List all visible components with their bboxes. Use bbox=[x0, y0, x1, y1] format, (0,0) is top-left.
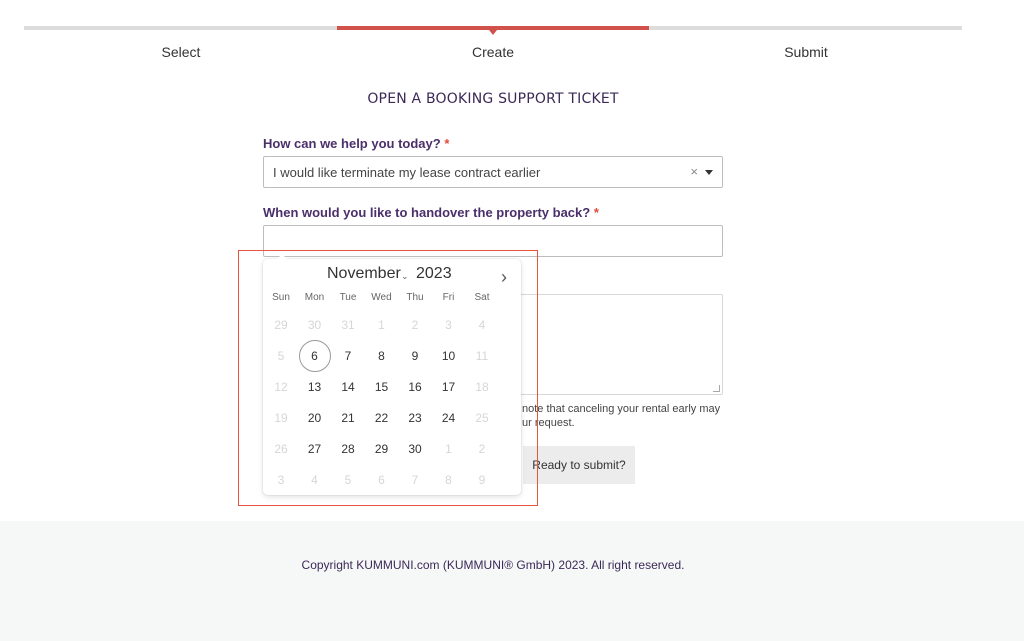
submit-button[interactable]: Ready to submit? bbox=[523, 446, 635, 484]
next-month-icon[interactable]: › bbox=[501, 267, 507, 288]
weekday-header: Sun Mon Tue Wed Thu Fri Sat bbox=[263, 292, 521, 306]
calendar-day[interactable]: 5 bbox=[332, 464, 364, 496]
calendar-day[interactable]: 12 bbox=[265, 371, 297, 403]
calendar-day[interactable]: 2 bbox=[466, 433, 498, 465]
calendar-day[interactable]: 23 bbox=[399, 402, 431, 434]
calendar-day[interactable]: 30 bbox=[399, 433, 431, 465]
resize-handle-icon[interactable] bbox=[713, 385, 720, 392]
handover-field-label: When would you like to handover the prop… bbox=[263, 205, 599, 220]
calendar-day[interactable]: 28 bbox=[332, 433, 364, 465]
handover-label-text: When would you like to handover the prop… bbox=[263, 205, 591, 220]
month-select[interactable]: November bbox=[327, 265, 401, 283]
weekday-label: Thu bbox=[406, 292, 424, 303]
step-select[interactable]: Select bbox=[81, 44, 281, 60]
clear-icon[interactable]: × bbox=[690, 164, 698, 179]
calendar-day[interactable]: 6 bbox=[366, 464, 398, 496]
copyright-text: Copyright KUMMUNI.com (KUMMUNI® GmbH) 20… bbox=[301, 558, 685, 572]
step-create[interactable]: Create bbox=[393, 44, 593, 60]
calendar-day[interactable]: 10 bbox=[433, 340, 465, 372]
progress-pointer-icon bbox=[489, 30, 497, 35]
calendar-day-today[interactable]: 6 bbox=[298, 340, 331, 372]
chevron-down-icon[interactable]: ⌄ bbox=[401, 271, 409, 282]
calendar-day[interactable]: 20 bbox=[299, 402, 331, 434]
page: Select Create Submit OPEN A BOOKING SUPP… bbox=[0, 0, 1024, 641]
date-picker: November ⌄ 2023 › Sun Mon Tue Wed Thu Fri Sat … bbox=[263, 254, 521, 496]
weekday-label: Wed bbox=[371, 292, 392, 303]
calendar-day[interactable]: 9 bbox=[399, 340, 431, 372]
calendar-day[interactable]: 8 bbox=[433, 464, 465, 496]
calendar-day[interactable]: 3 bbox=[433, 309, 465, 341]
required-marker: * bbox=[593, 205, 599, 220]
calendar-day[interactable]: 7 bbox=[399, 464, 431, 496]
calendar-day[interactable]: 25 bbox=[466, 402, 498, 434]
chevron-down-icon[interactable] bbox=[705, 170, 713, 175]
step-submit[interactable]: Submit bbox=[706, 44, 906, 60]
help-select[interactable]: I would like terminate my lease contract… bbox=[263, 156, 723, 188]
weekday-label: Sun bbox=[272, 292, 290, 303]
calendar-header: November ⌄ 2023 › bbox=[263, 265, 521, 287]
weekday-label: Sat bbox=[474, 292, 490, 303]
date-picker-arrow bbox=[277, 254, 287, 259]
calendar-day[interactable]: 22 bbox=[366, 402, 398, 434]
calendar-day[interactable]: 31 bbox=[332, 309, 364, 341]
calendar-day[interactable]: 9 bbox=[466, 464, 498, 496]
progress-bar bbox=[24, 26, 962, 35]
calendar-day[interactable]: 24 bbox=[433, 402, 465, 434]
calendar-day[interactable]: 19 bbox=[265, 402, 297, 434]
calendar-day[interactable]: 11 bbox=[466, 340, 498, 372]
page-title: OPEN A BOOKING SUPPORT TICKET bbox=[367, 91, 619, 107]
help-field-label: How can we help you today? * bbox=[263, 136, 449, 151]
calendar-day[interactable]: 29 bbox=[265, 309, 297, 341]
calendar-day[interactable]: 18 bbox=[466, 371, 498, 403]
calendar-day[interactable]: 4 bbox=[299, 464, 331, 496]
calendar-day[interactable]: 21 bbox=[332, 402, 364, 434]
calendar-day[interactable]: 7 bbox=[332, 340, 364, 372]
help-select-value: I would like terminate my lease contract… bbox=[273, 165, 541, 180]
calendar-day[interactable]: 1 bbox=[366, 309, 398, 341]
handover-date-input[interactable] bbox=[263, 225, 723, 257]
calendar-day[interactable]: 2 bbox=[399, 309, 431, 341]
calendar-day[interactable]: 17 bbox=[433, 371, 465, 403]
year-input[interactable]: 2023 bbox=[416, 265, 452, 283]
calendar-day[interactable]: 13 bbox=[299, 371, 331, 403]
weekday-label: Mon bbox=[304, 292, 325, 303]
weekday-label: Tue bbox=[339, 292, 357, 303]
calendar-day[interactable]: 29 bbox=[366, 433, 398, 465]
calendar-day[interactable]: 3 bbox=[265, 464, 297, 496]
calendar-day[interactable]: 26 bbox=[265, 433, 297, 465]
calendar-day[interactable]: 15 bbox=[366, 371, 398, 403]
calendar-day[interactable]: 1 bbox=[433, 433, 465, 465]
calendar-day[interactable]: 4 bbox=[466, 309, 498, 341]
calendar-day[interactable]: 16 bbox=[399, 371, 431, 403]
calendar-day[interactable]: 30 bbox=[299, 309, 331, 341]
calendar-day[interactable]: 14 bbox=[332, 371, 364, 403]
required-marker: * bbox=[444, 136, 450, 151]
calendar-day[interactable]: 5 bbox=[265, 340, 297, 372]
footer: Copyright KUMMUNI.com (KUMMUNI® GmbH) 20… bbox=[0, 521, 1024, 641]
calendar-day[interactable]: 27 bbox=[299, 433, 331, 465]
help-label-text: How can we help you today? bbox=[263, 136, 441, 151]
weekday-label: Fri bbox=[442, 292, 455, 303]
calendar-day[interactable]: 8 bbox=[366, 340, 398, 372]
